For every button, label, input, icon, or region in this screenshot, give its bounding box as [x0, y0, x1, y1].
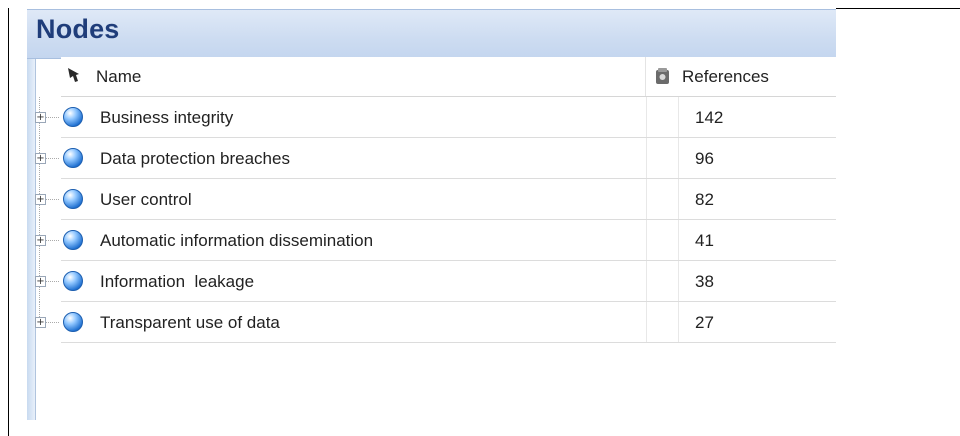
- node-references: 96: [695, 149, 714, 168]
- node-name: Automatic information dissemination: [100, 231, 374, 250]
- node-row-data-protection-breaches[interactable]: + Data protection breaches 96: [27, 138, 836, 179]
- panel-header: Nodes: [27, 9, 836, 59]
- node-icon: [62, 188, 84, 210]
- node-row-automatic-information-dissemination[interactable]: + Automatic information dissemination 41: [27, 220, 836, 261]
- column-header-row: Name References: [61, 57, 836, 97]
- node-name: Transparent use of data: [100, 313, 280, 332]
- column-divider: [678, 179, 679, 219]
- node-name: User control: [100, 190, 192, 209]
- column-divider: [646, 179, 647, 219]
- expand-plus-icon[interactable]: +: [35, 235, 46, 246]
- column-divider: [646, 138, 647, 178]
- tree-line: [45, 322, 59, 323]
- pushpin-icon[interactable]: [64, 65, 84, 85]
- tree-line: [45, 158, 59, 159]
- references-icon[interactable]: [652, 65, 672, 85]
- node-name: Data protection breaches: [100, 149, 290, 168]
- node-row-transparent-use-of-data[interactable]: + Transparent use of data 27: [27, 302, 836, 343]
- column-divider: [678, 138, 679, 178]
- column-divider: [646, 220, 647, 260]
- frame-left-border: [8, 8, 9, 436]
- node-icon: [62, 106, 84, 128]
- column-divider: [678, 261, 679, 301]
- tree-line: [45, 240, 59, 241]
- column-divider: [678, 97, 679, 137]
- node-references: 41: [695, 231, 714, 250]
- node-icon: [62, 229, 84, 251]
- node-list: + Business integrity 142 + Data protecti…: [27, 97, 836, 343]
- node-icon: [62, 270, 84, 292]
- expand-plus-icon[interactable]: +: [35, 112, 46, 123]
- column-divider: [646, 302, 647, 342]
- node-row-information-leakage[interactable]: + Information leakage 38: [27, 261, 836, 302]
- tree-line: [45, 117, 59, 118]
- expand-plus-icon[interactable]: +: [35, 194, 46, 205]
- name-column-header[interactable]: Name: [96, 67, 141, 87]
- node-row-business-integrity[interactable]: + Business integrity 142: [27, 97, 836, 138]
- expand-plus-icon[interactable]: +: [35, 317, 46, 328]
- column-divider: [678, 302, 679, 342]
- column-divider: [645, 57, 646, 96]
- references-column-header[interactable]: References: [682, 67, 769, 87]
- node-references: 27: [695, 313, 714, 332]
- node-icon: [62, 147, 84, 169]
- column-divider: [678, 220, 679, 260]
- node-row-user-control[interactable]: + User control 82: [27, 179, 836, 220]
- tree-line: [45, 199, 59, 200]
- frame-top-border: [836, 8, 960, 9]
- node-icon: [62, 311, 84, 333]
- column-divider: [646, 97, 647, 137]
- expand-plus-icon[interactable]: +: [35, 153, 46, 164]
- node-name: Business integrity: [100, 108, 234, 127]
- node-references: 142: [695, 108, 724, 127]
- node-references: 82: [695, 190, 714, 209]
- node-name: Information leakage: [100, 272, 255, 291]
- expand-plus-icon[interactable]: +: [35, 276, 46, 287]
- node-references: 38: [695, 272, 714, 291]
- column-divider: [646, 261, 647, 301]
- panel-title: Nodes: [36, 14, 120, 44]
- tree-line: [45, 281, 59, 282]
